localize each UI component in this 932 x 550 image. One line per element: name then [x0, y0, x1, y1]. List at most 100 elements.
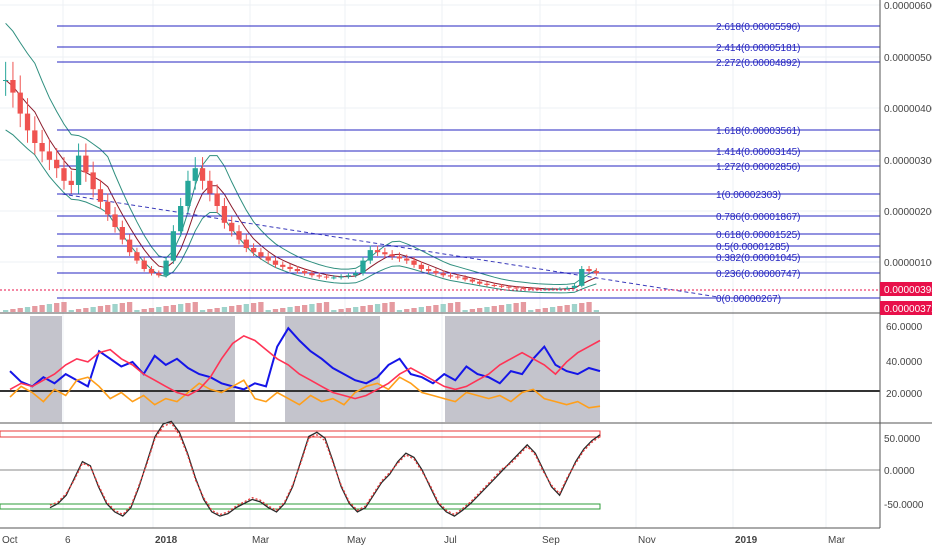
candle-body — [199, 168, 206, 181]
x-tick-label: Oct — [2, 535, 18, 546]
volume-bar — [542, 308, 548, 312]
candle-body — [506, 286, 512, 288]
candle-body — [280, 264, 286, 267]
volume-bar — [411, 308, 417, 312]
candle-body — [309, 273, 315, 276]
candle-body — [163, 260, 169, 276]
volume-bar — [571, 304, 578, 312]
volume-bar — [214, 308, 220, 312]
volume-bar — [506, 304, 512, 312]
volume-bar — [272, 309, 279, 312]
candle-body — [462, 277, 468, 280]
candle-body — [141, 260, 147, 269]
candle-body — [374, 250, 381, 253]
volume-bar — [141, 309, 147, 312]
volume-bar — [54, 303, 60, 312]
candle-body — [221, 206, 228, 223]
time-axis[interactable]: Oct 6 2018 Mar May Jul Sep Nov 2019 Mar — [0, 527, 880, 546]
fib-label-1: 1(0.00002303) — [716, 190, 781, 201]
candle-body — [418, 264, 424, 269]
current-price-tag: 0.00000395 — [880, 282, 932, 296]
secondary-price-tag: 0.00000372 — [880, 301, 932, 315]
candle-body — [119, 227, 125, 240]
candle-body — [272, 260, 279, 265]
candle-body — [68, 180, 74, 185]
volume-bar — [46, 304, 53, 312]
candle-body — [112, 214, 118, 227]
volume-bar — [520, 302, 527, 312]
volume-bar — [75, 309, 82, 312]
volume-bar — [323, 302, 330, 312]
volume-bar — [433, 305, 439, 312]
volume-bar — [97, 306, 104, 312]
volume-bar — [593, 310, 599, 312]
volume-bar — [418, 307, 424, 312]
candle-body — [404, 258, 410, 261]
candle-body — [3, 80, 9, 81]
volume-bar — [586, 302, 592, 312]
volume-bar — [382, 303, 388, 312]
shaded-region — [30, 316, 62, 422]
overbought-band — [0, 430, 601, 438]
candle-body — [396, 256, 403, 259]
volume-bar — [280, 308, 286, 312]
candle-body — [491, 284, 497, 286]
indicator-pane-3[interactable] — [0, 420, 880, 517]
volume-bar — [192, 302, 198, 312]
candle-body — [24, 113, 31, 131]
candle-body — [316, 275, 322, 277]
fib-label-2.618: 2.618(0.00005596) — [716, 22, 801, 33]
oscillator-line-0 — [49, 420, 601, 517]
x-tick-label: Mar — [828, 535, 846, 546]
candle-body — [185, 180, 191, 206]
y-tick-label: 0.00000600 — [884, 1, 932, 12]
price-pane[interactable]: 2.618(0.00005596) 2.414(0.00005181) 2.272(… — [0, 22, 880, 312]
y-tick-label: 0.00000300 — [884, 156, 932, 167]
candle-body — [236, 231, 242, 240]
volume-bar — [207, 309, 213, 312]
volume-bar — [163, 306, 169, 312]
volume-bar — [126, 302, 133, 312]
candle-body — [484, 283, 490, 285]
candle-body — [287, 266, 293, 269]
indicator-pane-2[interactable] — [0, 316, 880, 422]
price-axis[interactable]: 0.00000600 0.00000500 0.00000400 0.00000300… — [879, 0, 932, 528]
candle-body — [265, 256, 271, 261]
x-tick-label: May — [347, 535, 366, 546]
candle-body — [54, 159, 60, 169]
x-tick-label: Nov — [638, 535, 656, 546]
candle-body — [39, 143, 45, 152]
candle-body — [571, 285, 578, 288]
candle-body — [447, 275, 454, 277]
candle-body — [97, 189, 104, 202]
volume-bar — [440, 304, 446, 312]
volume-bar — [32, 306, 38, 312]
candle-body — [46, 151, 53, 160]
fib-label-1.272: 1.272(0.00002856) — [716, 162, 801, 173]
volume-bar — [469, 309, 476, 312]
volume-bar — [367, 305, 373, 312]
volume-bar — [462, 310, 468, 312]
candle-body — [440, 273, 446, 276]
candle-body — [528, 288, 534, 290]
volume-bar — [484, 307, 490, 312]
candles — [3, 61, 599, 291]
volume-bar — [404, 309, 410, 312]
candle-body — [156, 273, 162, 276]
x-tick-label: 2019 — [735, 535, 758, 546]
candle-body — [61, 168, 67, 181]
volume-bar — [170, 305, 177, 312]
volume-bar — [39, 305, 45, 312]
current-price-value: 0.00000395 — [884, 285, 932, 296]
volume-bar — [199, 310, 206, 312]
grid — [0, 0, 880, 528]
candle-body — [338, 276, 344, 278]
volume-bar — [148, 308, 155, 312]
y-tick-label: 40.0000 — [886, 357, 923, 368]
x-tick-label: Jul — [444, 535, 457, 546]
volume-bar — [498, 305, 505, 312]
volume-bar — [353, 307, 359, 312]
candle-body — [178, 206, 184, 232]
volume-bar — [10, 309, 16, 312]
bollinger-bands — [5, 22, 597, 294]
